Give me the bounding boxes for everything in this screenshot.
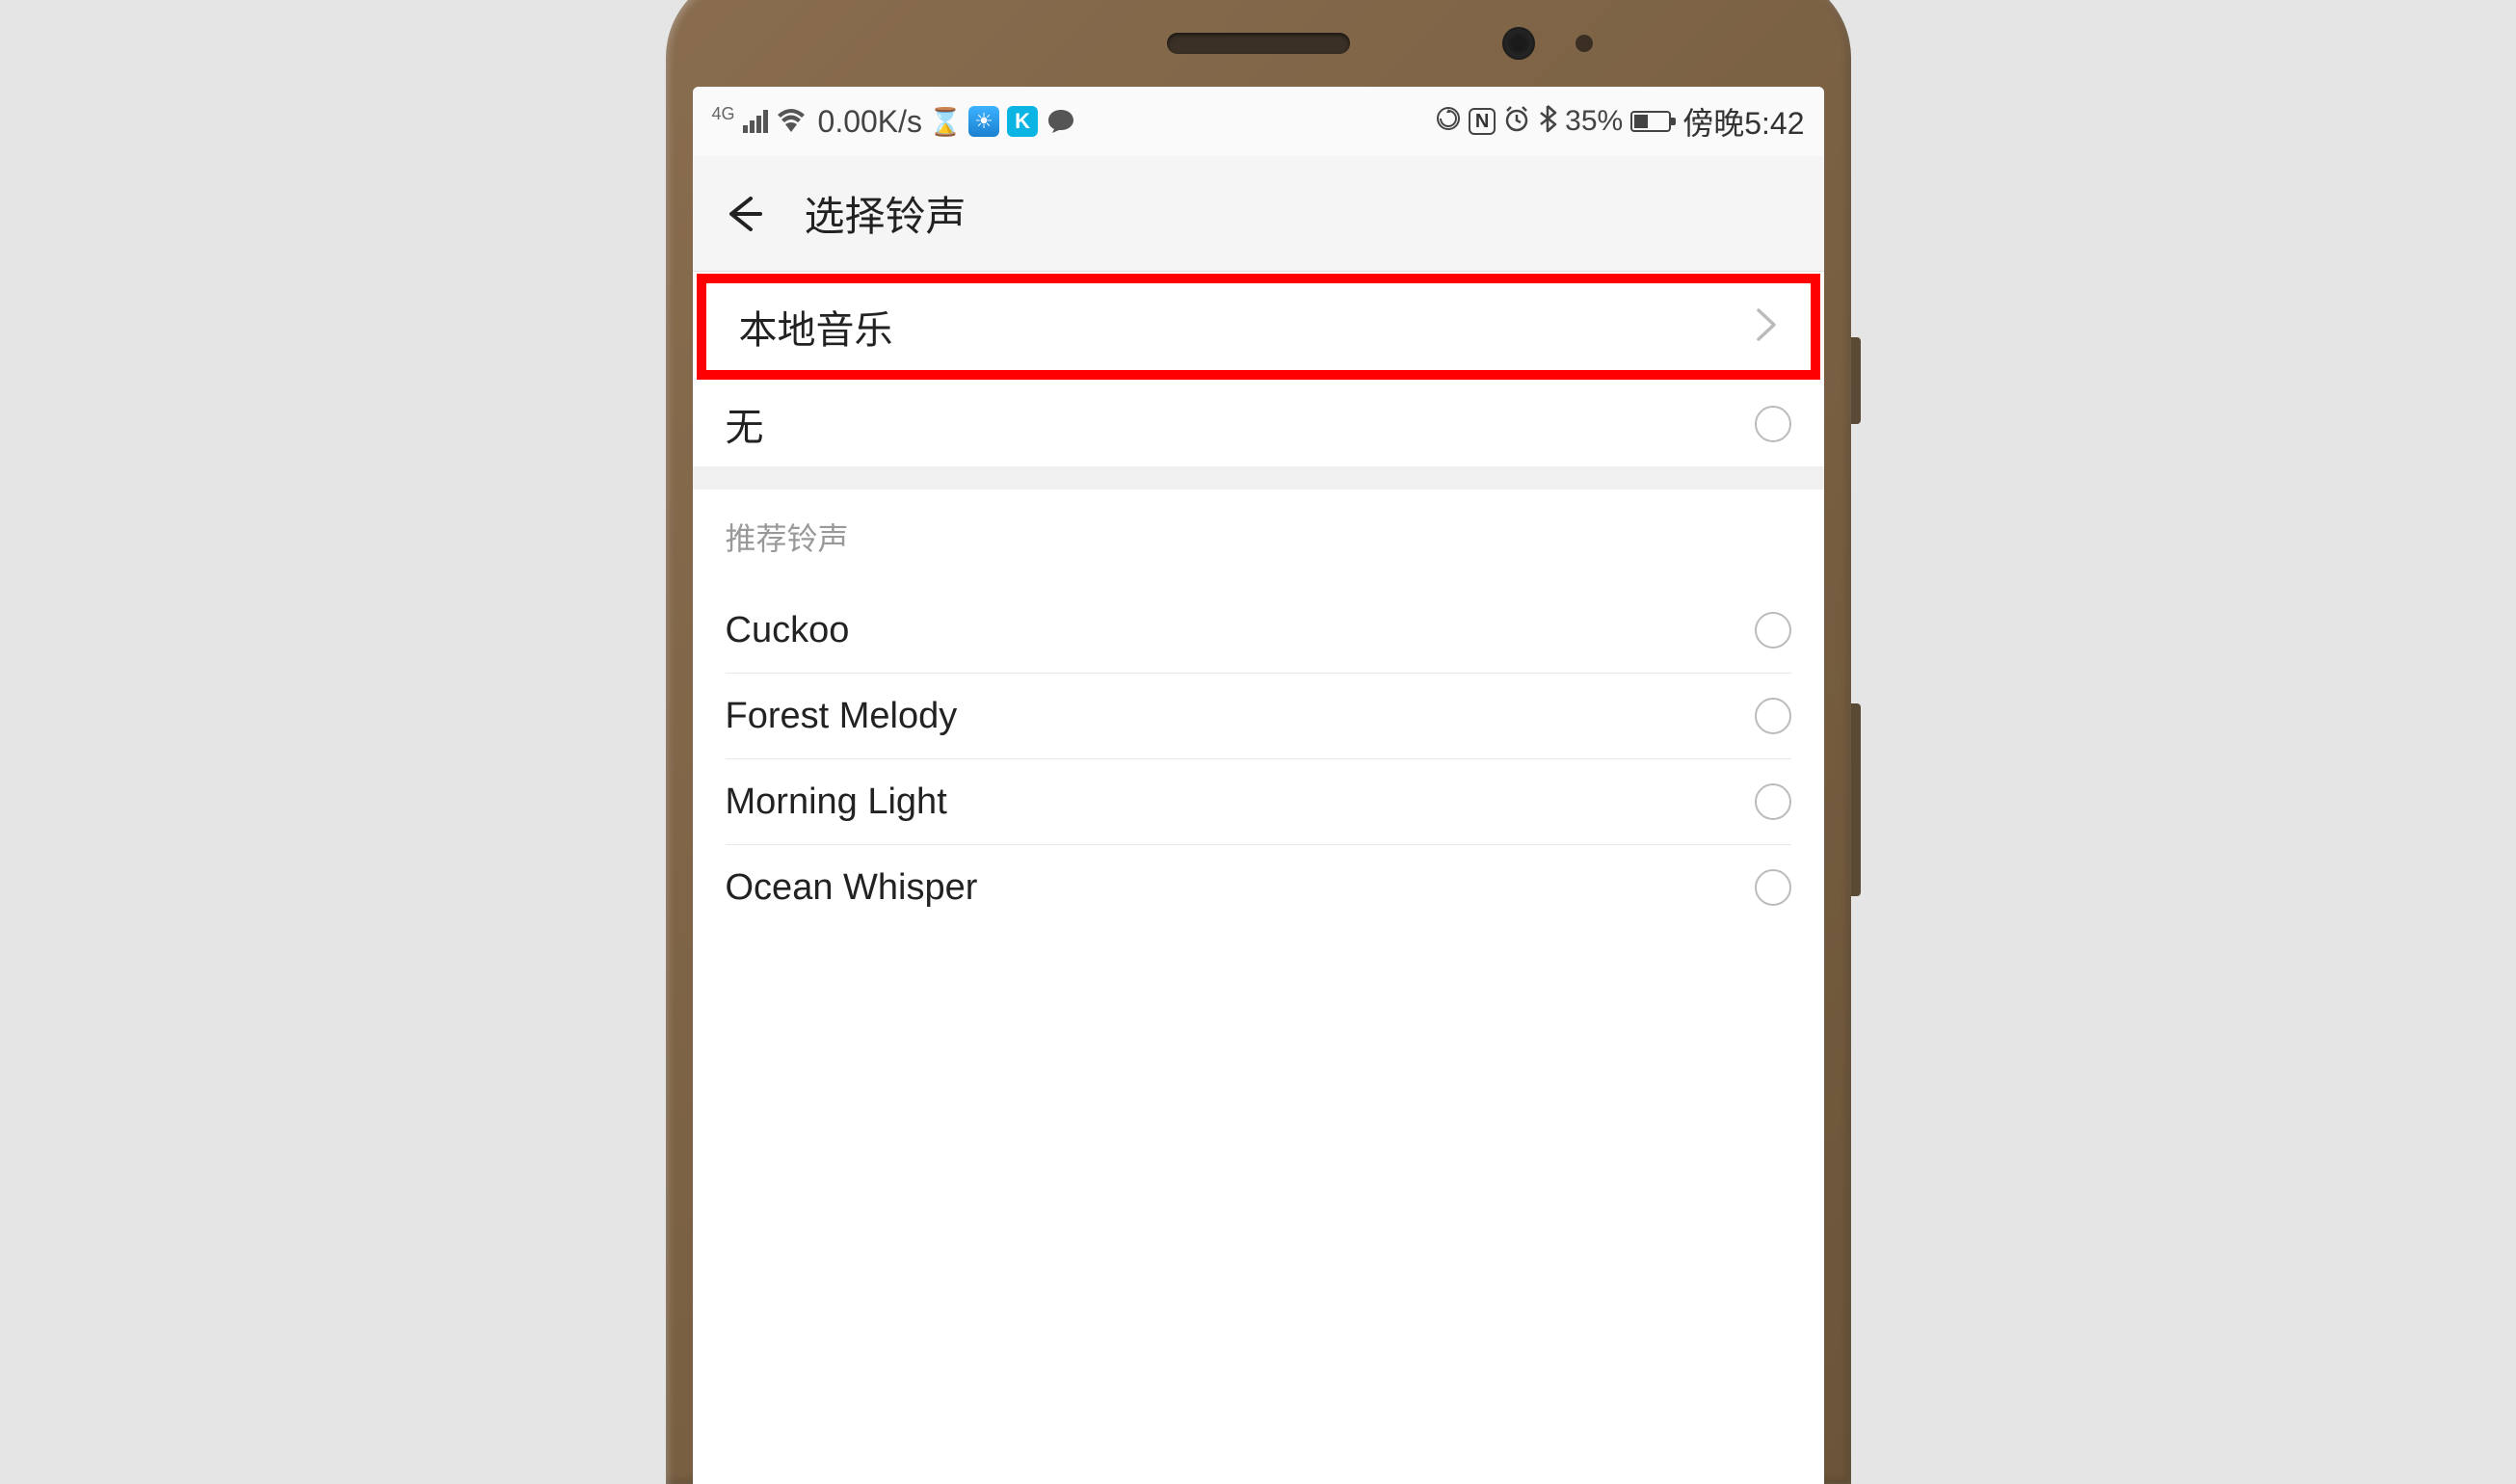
chevron-right-icon (1755, 306, 1778, 348)
screen: 4G 0.00K/s ⌛ ☀ K (693, 87, 1824, 1484)
chat-icon (1046, 106, 1076, 137)
header-bar: 选择铃声 (693, 156, 1824, 272)
time-label: 傍晚5:42 (1682, 99, 1804, 144)
none-label: 无 (726, 396, 764, 452)
hourglass-icon: ⌛ (930, 106, 961, 137)
ringtone-list: Cuckoo Forest Melody Morning Light Ocean Wh… (693, 569, 1824, 930)
radio-icon[interactable] (1755, 698, 1791, 734)
sensor-icon (1576, 35, 1593, 52)
back-button[interactable] (720, 191, 766, 237)
alarm-icon (1503, 105, 1530, 139)
phone-body: 4G 0.00K/s ⌛ ☀ K (666, 0, 1851, 1484)
local-music-label: 本地音乐 (739, 299, 893, 355)
battery-icon (1630, 111, 1671, 132)
network-type-label: 4G (712, 104, 735, 124)
speaker-icon (1167, 33, 1350, 54)
weather-app-icon: ☀ (968, 106, 999, 137)
local-music-row[interactable]: 本地音乐 (706, 283, 1811, 370)
recommended-section-header: 推荐铃声 (693, 490, 1824, 569)
ringtone-label: Cuckoo (726, 610, 850, 651)
data-speed-label: 0.00K/s (818, 104, 923, 140)
radio-icon[interactable] (1755, 869, 1791, 906)
front-camera-icon (1502, 27, 1535, 60)
phone-top-bezel (693, 0, 1824, 87)
bluetooth-icon (1538, 104, 1557, 140)
battery-percent-label: 35% (1565, 105, 1623, 138)
status-bar: 4G 0.00K/s ⌛ ☀ K (693, 87, 1824, 156)
nfc-icon: N (1469, 108, 1496, 135)
ringtone-label: Forest Melody (726, 696, 958, 737)
back-arrow-icon (724, 195, 762, 233)
highlight-box: 本地音乐 (697, 274, 1820, 380)
ringtone-row[interactable]: Morning Light (693, 759, 1824, 844)
status-right: N 35% 傍晚5:42 (1436, 99, 1804, 144)
signal-icon (743, 110, 768, 133)
radio-icon[interactable] (1755, 783, 1791, 820)
status-left: 4G 0.00K/s ⌛ ☀ K (712, 103, 1077, 141)
phone-frame: 4G 0.00K/s ⌛ ☀ K (666, 0, 1851, 1484)
ringtone-label: Ocean Whisper (726, 867, 978, 909)
radio-icon[interactable] (1755, 612, 1791, 649)
k-app-icon: K (1007, 106, 1038, 137)
content-area: 本地音乐 无 推荐铃声 CuckooForest MelodyMorning (693, 274, 1824, 930)
ringtone-row[interactable]: Ocean Whisper (693, 845, 1824, 930)
sync-icon (1436, 106, 1461, 138)
ringtone-row[interactable]: Forest Melody (693, 674, 1824, 758)
side-button-icon (1851, 337, 1861, 424)
side-button-icon (1851, 703, 1861, 896)
section-gap (693, 466, 1824, 490)
ringtone-label: Morning Light (726, 782, 947, 823)
ringtone-row[interactable]: Cuckoo (693, 588, 1824, 673)
none-row[interactable]: 无 (693, 382, 1824, 466)
wifi-icon (776, 103, 807, 141)
page-title: 选择铃声 (805, 184, 967, 243)
radio-icon[interactable] (1755, 406, 1791, 442)
